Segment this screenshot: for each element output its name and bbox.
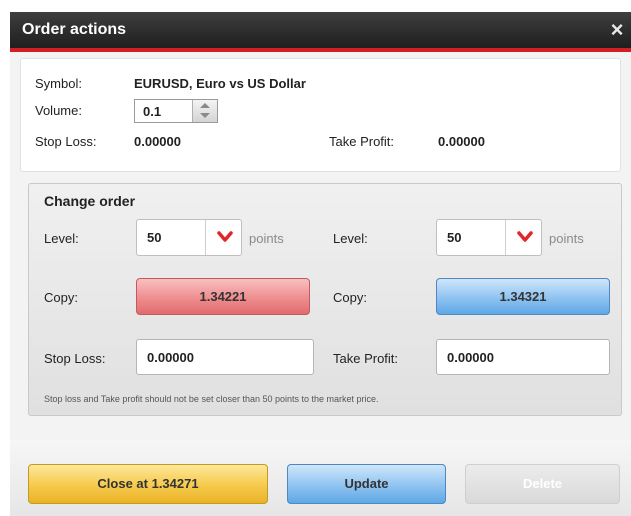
copy-label-left: Copy: — [44, 290, 78, 305]
chevron-down-icon[interactable] — [517, 230, 533, 244]
stop-loss-input[interactable]: 0.00000 — [136, 339, 314, 375]
points-unit-right: points — [549, 231, 584, 246]
take-profit-input[interactable]: 0.00000 — [436, 339, 610, 375]
title-bar: Order actions × — [10, 12, 631, 52]
level-label-right: Level: — [333, 231, 368, 246]
spin-up-icon[interactable] — [200, 103, 210, 108]
level-dropdown-left[interactable]: 50 — [136, 219, 242, 256]
take-profit-input-value: 0.00000 — [447, 350, 494, 365]
dialog-title: Order actions — [22, 21, 127, 38]
close-icon[interactable]: × — [607, 18, 627, 42]
stop-loss-label: Stop Loss: — [35, 134, 97, 149]
points-unit-left: points — [249, 231, 284, 246]
level-dropdown-right[interactable]: 50 — [436, 219, 542, 256]
volume-spin-buttons[interactable] — [192, 100, 217, 122]
stop-loss-field-label: Stop Loss: — [44, 351, 106, 366]
distance-note: Stop loss and Take profit should not be … — [44, 394, 379, 404]
volume-stepper[interactable]: 0.1 — [134, 99, 218, 123]
take-profit-label: Take Profit: — [329, 134, 395, 149]
stop-loss-value: 0.00000 — [134, 134, 181, 149]
order-info-panel — [20, 58, 621, 172]
close-position-button[interactable]: Close at 1.34271 — [28, 464, 268, 504]
delete-button[interactable]: Delete — [465, 464, 620, 504]
stop-loss-input-value: 0.00000 — [147, 350, 194, 365]
change-order-title: Change order — [44, 193, 136, 209]
symbol-label: Symbol: — [35, 76, 82, 91]
volume-label: Volume: — [35, 103, 82, 118]
take-profit-field-label: Take Profit: — [333, 351, 399, 366]
take-profit-value: 0.00000 — [438, 134, 485, 149]
copy-sell-price-button[interactable]: 1.34221 — [136, 278, 310, 315]
volume-value: 0.1 — [143, 104, 162, 119]
level-label-left: Level: — [44, 231, 79, 246]
spin-down-icon[interactable] — [200, 113, 210, 118]
dropdown-divider — [205, 220, 206, 255]
level-value-right: 50 — [447, 230, 462, 245]
dropdown-divider — [505, 220, 506, 255]
copy-label-right: Copy: — [333, 290, 367, 305]
update-button[interactable]: Update — [287, 464, 446, 504]
symbol-value: EURUSD, Euro vs US Dollar — [134, 76, 306, 91]
copy-buy-price-button[interactable]: 1.34321 — [436, 278, 610, 315]
chevron-down-icon[interactable] — [217, 230, 233, 244]
level-value-left: 50 — [147, 230, 162, 245]
